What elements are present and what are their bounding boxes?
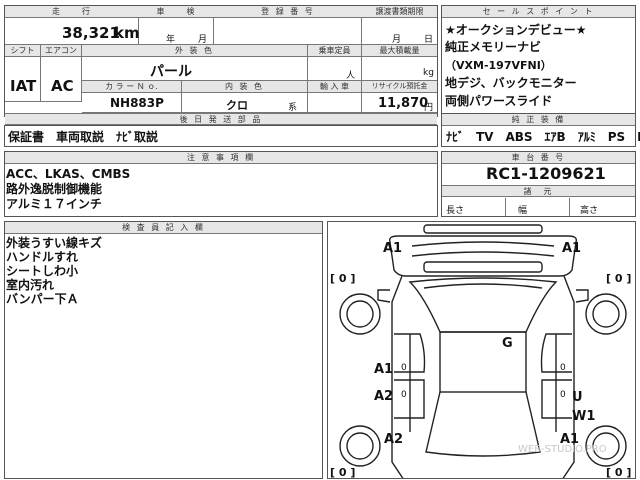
dim-length-label: 長さ (446, 206, 465, 216)
damage-front-right: A1 (562, 241, 582, 256)
registration-header: 登 録 番 号 (214, 6, 362, 18)
inspection-year: 年 (166, 35, 176, 45)
inspection-month: 月 (198, 35, 208, 45)
sales-points-header: セ ー ル ス ポ イ ン ト (442, 6, 635, 18)
damage-right-front-door-val: 0 (560, 363, 566, 373)
mileage-header: 走 行 (5, 6, 139, 18)
interior-color-header: 内 装 色 (182, 81, 308, 93)
inspector-header: 検 査 員 記 入 欄 (5, 222, 322, 234)
transfer-deadline-header: 譲渡書類期限 (362, 6, 437, 18)
dim-height-label: 高さ (580, 206, 599, 216)
aircon-value: AC (51, 77, 74, 95)
damage-right-rear-door-val: 0 (560, 390, 566, 400)
caution-line: アルミ１７インチ (6, 197, 102, 211)
inspector-note: 外装うすい線キズ (6, 236, 103, 250)
sales-point-item: ★オークションデビュー★ (445, 23, 587, 37)
damage-left-front-door: A1 (374, 362, 394, 377)
max-load-header: 最大積載量 (362, 45, 437, 57)
equipment-header: 純 正 装 備 (442, 114, 635, 126)
import-header: 輸 入 車 (308, 81, 362, 93)
shift-header: シフト (5, 45, 41, 57)
inspector-note: シートしわ小 (6, 264, 79, 278)
transfer-day: 日 (424, 35, 434, 45)
watermark: WEB-STUDIO.PRO (518, 444, 607, 455)
sales-points-list: ★オークションデビュー★ 純正メモリーナビ （VXM-197VFNI） 地デジ、… (441, 20, 636, 116)
damage-right-front-door: U (572, 390, 583, 405)
color-no-value: NH883P (110, 96, 164, 110)
color-no-header: カ ラ ー Ｎ ｏ. (82, 81, 182, 93)
caution-line: 路外逸脱制御機能 (6, 182, 103, 196)
documents-header: 後 日 発 送 部 品 (5, 113, 437, 125)
car-diagram (339, 224, 627, 478)
interior-suffix: 系 (288, 103, 298, 113)
import-cell (308, 93, 362, 113)
exterior-color-cell (82, 57, 308, 81)
damage-left-rear-door-val: 0 (401, 390, 407, 400)
damage-left-rear-door: A2 (374, 389, 394, 404)
inspection-header: 車 検 (139, 6, 214, 18)
mileage-value: 38,321 (62, 24, 120, 42)
tire-rear-right: [ 0 ] (606, 466, 632, 479)
chassis-value: RC1-1209621 (486, 164, 606, 183)
mileage-unit: km (114, 24, 140, 42)
documents-value: 保証書 車両取説 ﾅﾋﾞ取説 (8, 130, 159, 144)
caution-line: ACC、LKAS、CMBS (6, 167, 131, 181)
tire-rear-left: [ 0 ] (330, 466, 356, 479)
inspector-note: ハンドルすれ (6, 250, 79, 264)
max-load-unit: kg (423, 68, 434, 78)
tire-front-right: [ 0 ] (606, 272, 632, 285)
recycle-header: リサイクル預託金 (362, 81, 437, 93)
exterior-color-header: 外 装 色 (82, 45, 308, 57)
dim-width-label: 幅 (518, 206, 528, 216)
sales-point-item: （VXM-197VFNI） (445, 59, 552, 72)
caution-header: 注 意 事 項 欄 (5, 152, 437, 164)
car-diagram-block: A1 A1 [ 0 ] [ 0 ] G A1 0 A2 0 0 U W1 0 A… (327, 221, 636, 479)
recycle-unit: 円 (424, 103, 434, 113)
sales-point-item: 地デジ、バックモニター (445, 76, 577, 90)
sales-point-item: 両側パワースライド (445, 94, 553, 108)
chassis-header: 車 台 番 号 (442, 152, 635, 164)
damage-left-front-door-val: 0 (401, 363, 407, 373)
damage-rear-left: A2 (384, 432, 404, 447)
interior-color-value: クロ (226, 99, 248, 112)
capacity-unit: 人 (346, 71, 356, 81)
dimensions-header: 諸 元 (442, 185, 635, 197)
sales-point-item: 純正メモリーナビ (445, 40, 542, 54)
inspector-note: 室内汚れ (6, 278, 55, 292)
damage-roof: G (502, 336, 513, 351)
exterior-color-value: パール (150, 64, 192, 80)
capacity-header: 乗車定員 (308, 45, 362, 57)
registration-cell (214, 18, 362, 45)
transfer-month: 月 (392, 35, 402, 45)
dim-width-cell (506, 198, 570, 216)
inspector-note: バンパー下Ａ (6, 292, 79, 306)
tire-front-left: [ 0 ] (330, 272, 356, 285)
equipment-value: ﾅﾋﾞ TV ABS ｴｱB ｱﾙﾐ PS PW (446, 130, 640, 144)
aircon-header: エアコン (41, 45, 82, 57)
damage-right-rear-door: W1 (572, 409, 596, 424)
damage-front-left: A1 (383, 241, 403, 256)
shift-value: IAT (10, 77, 37, 95)
recycle-value: 11,870 (378, 96, 429, 111)
